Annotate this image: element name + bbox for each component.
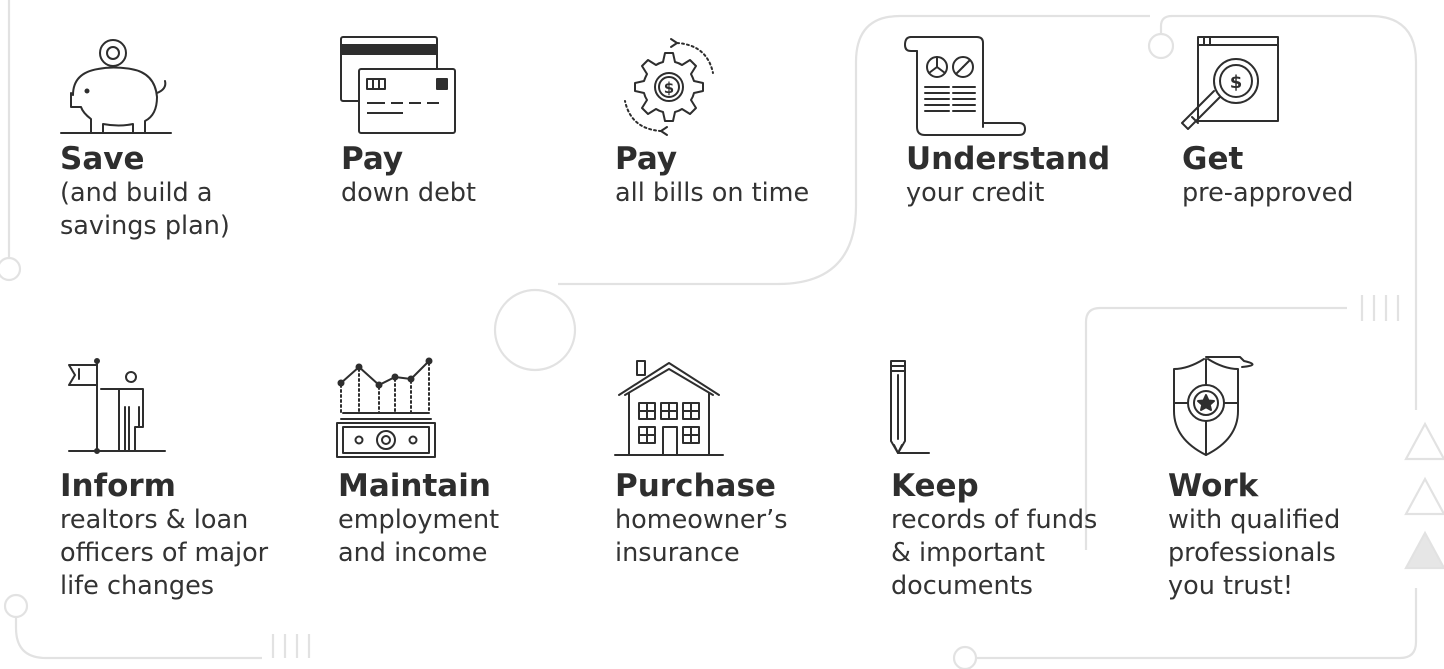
step-title: Work	[1168, 468, 1259, 504]
income-chart-icon	[336, 357, 436, 458]
svg-text:$: $	[1230, 72, 1243, 93]
step-title: Keep	[891, 468, 979, 504]
description-line: records of funds	[891, 505, 1098, 535]
description-line: you trust!	[1168, 571, 1294, 601]
person-flag-icon	[68, 358, 166, 454]
credit-cards-icon	[340, 36, 456, 134]
step-description: homeowner’s insurance	[615, 504, 787, 570]
piggy-bank-icon	[60, 39, 172, 134]
house-icon	[614, 360, 724, 456]
description-line: homeowner’s	[615, 505, 788, 535]
step-description: your credit	[906, 177, 1110, 210]
description-line: & important	[891, 538, 1045, 568]
step-title: Pay	[615, 141, 678, 177]
step-title: Get	[1182, 141, 1244, 177]
description-line: down debt	[341, 178, 476, 208]
description-line: realtors & loan	[60, 505, 249, 535]
step-description: records of funds & important documents	[891, 504, 1097, 603]
step-title: Purchase	[615, 468, 776, 504]
description-line: your credit	[906, 178, 1045, 208]
credit-report-icon	[904, 36, 1026, 136]
step-description: all bills on time	[615, 177, 809, 210]
pencil-icon	[890, 360, 930, 454]
dollar-gear-icon: $	[624, 38, 714, 136]
shield-star-icon	[1173, 356, 1254, 456]
step-description: pre-approved	[1182, 177, 1354, 210]
description-line: documents	[891, 571, 1033, 601]
description-line: with qualified	[1168, 505, 1341, 535]
step-description: with qualified professionals you trust!	[1168, 504, 1340, 603]
step-title: Save	[60, 141, 145, 177]
description-line: (and build a	[60, 178, 213, 208]
step-title: Pay	[341, 141, 404, 177]
description-line: all bills on time	[615, 178, 810, 208]
step-title: Inform	[60, 468, 176, 504]
step-description: down debt	[341, 177, 476, 210]
svg-text:$: $	[664, 79, 674, 97]
description-line: insurance	[615, 538, 740, 568]
description-line: professionals	[1168, 538, 1336, 568]
description-line: savings plan)	[60, 211, 230, 241]
description-line: officers of major	[60, 538, 269, 568]
step-description: realtors & loan officers of major life c…	[60, 504, 268, 603]
description-line: employment	[338, 505, 500, 535]
step-title: Maintain	[338, 468, 491, 504]
step-description: (and build a savings plan)	[60, 177, 230, 243]
description-line: life changes	[60, 571, 215, 601]
magnifier-dollar-icon: $	[1181, 36, 1279, 130]
step-description: employment and income	[338, 504, 499, 570]
description-line: and income	[338, 538, 488, 568]
step-title: Understand	[906, 141, 1111, 177]
description-line: pre-approved	[1182, 178, 1354, 208]
